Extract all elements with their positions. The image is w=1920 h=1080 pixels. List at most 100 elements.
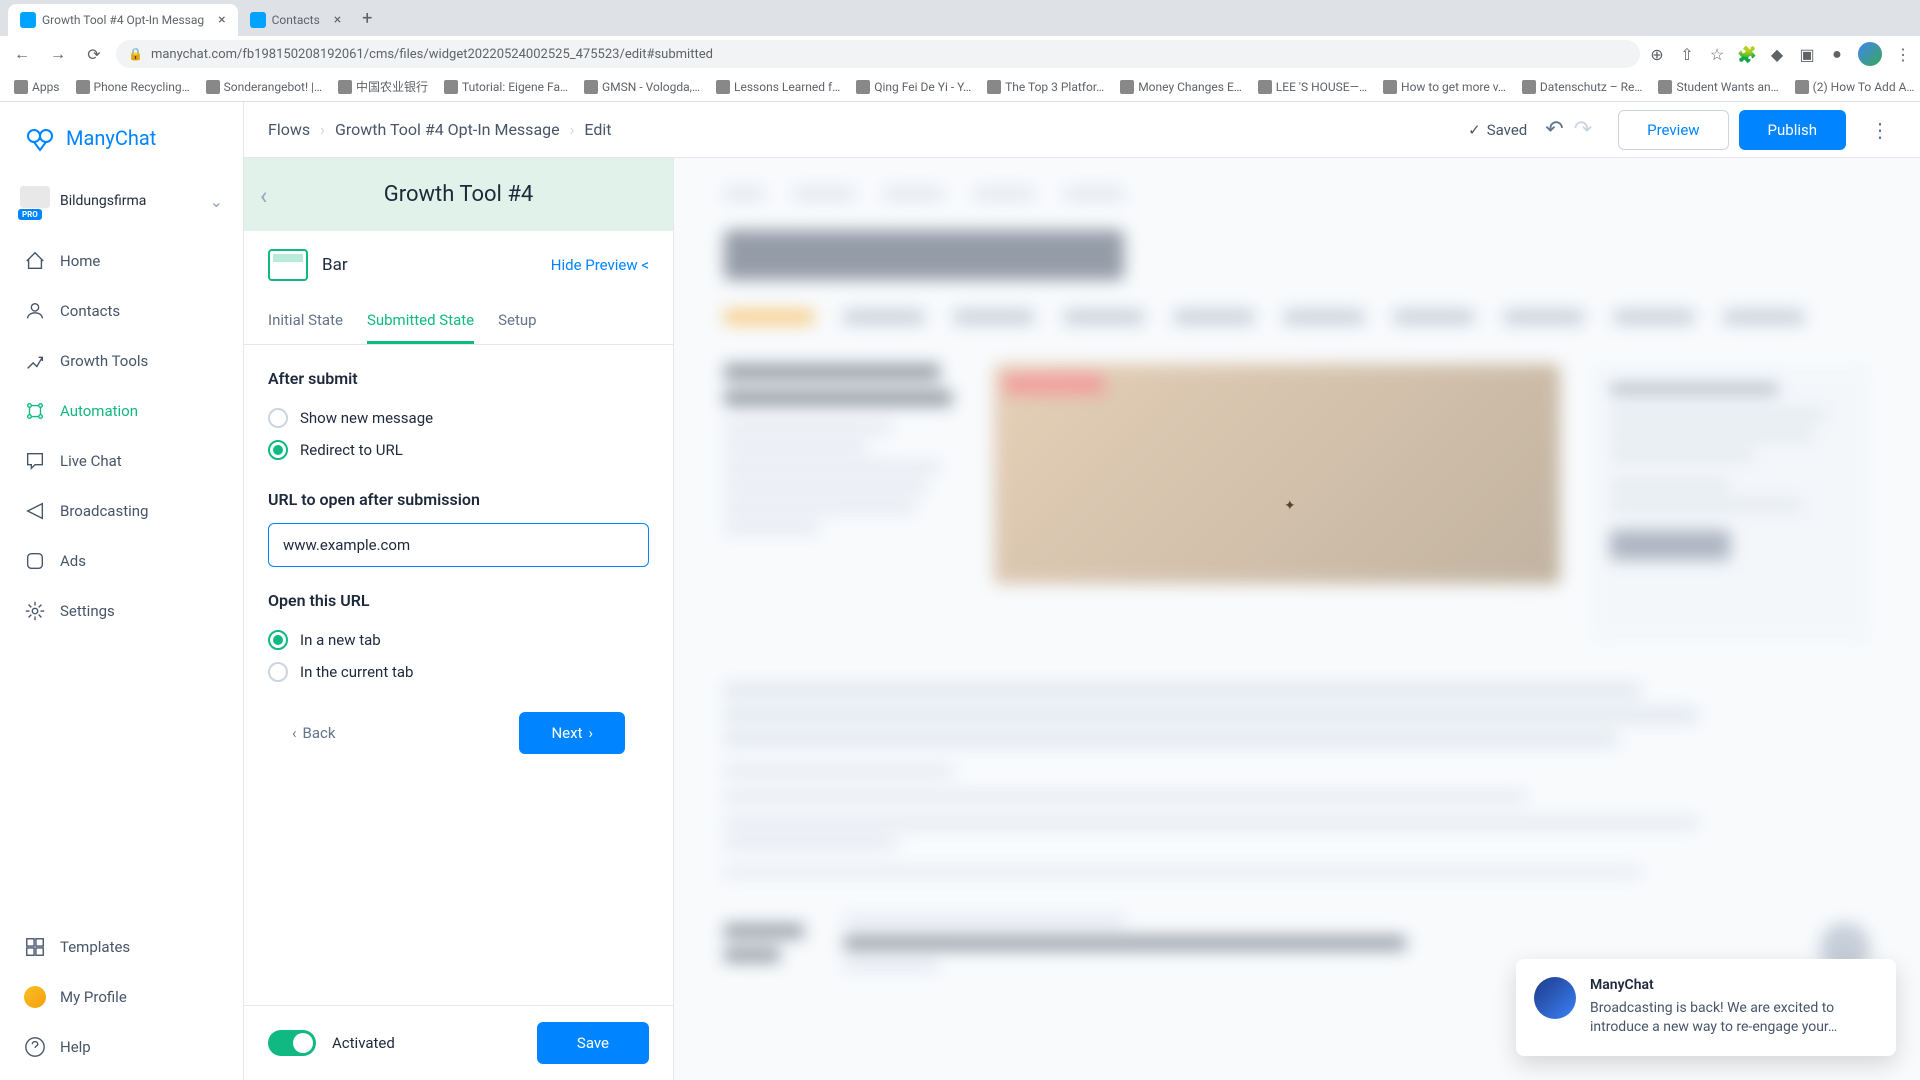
radio-redirect-url[interactable]: Redirect to URL xyxy=(268,434,649,466)
profile-avatar-icon xyxy=(24,986,46,1008)
new-tab-button[interactable]: + xyxy=(353,4,381,32)
radio-new-tab[interactable]: In a new tab xyxy=(268,624,649,656)
bookmark-item[interactable]: Datenschutz – Re… xyxy=(1516,76,1649,98)
save-button[interactable]: Save xyxy=(537,1022,649,1064)
close-icon[interactable]: × xyxy=(334,12,341,28)
zoom-icon[interactable]: ⊕ xyxy=(1648,45,1666,63)
bookmark-item[interactable]: Phone Recycling… xyxy=(70,76,196,98)
tab-submitted-state[interactable]: Submitted State xyxy=(367,299,474,344)
url-bar[interactable]: 🔒 manychat.com/fb198150208192061/cms/fil… xyxy=(116,40,1640,68)
bookmark-item[interactable]: LEE 'S HOUSE—… xyxy=(1252,76,1373,98)
url-input[interactable] xyxy=(268,523,649,567)
redo-button[interactable]: ↷ xyxy=(1574,117,1592,142)
radio-icon xyxy=(268,408,288,428)
star-icon[interactable]: ☆ xyxy=(1708,45,1726,63)
topbar: Flows › Growth Tool #4 Opt-In Message › … xyxy=(244,102,1920,158)
apps-button[interactable]: Apps xyxy=(8,76,66,98)
menu-icon[interactable]: ⋮ xyxy=(1894,45,1912,63)
bookmark-item[interactable]: GMSN - Vologda,… xyxy=(578,76,706,98)
extension-icon[interactable]: ● xyxy=(1828,45,1846,63)
radio-icon xyxy=(268,662,288,682)
sidebar-item-templates[interactable]: Templates xyxy=(0,922,243,972)
widget-type-label: Bar xyxy=(322,255,537,275)
bookmark-item[interactable]: Lessons Learned f… xyxy=(710,76,846,98)
breadcrumb-item: Edit xyxy=(584,120,611,139)
notification-title: ManyChat xyxy=(1590,977,1878,993)
extension-icon[interactable]: ▣ xyxy=(1798,45,1816,63)
config-panel: ‹ Growth Tool #4 Bar Hide Preview < Init… xyxy=(244,158,674,1080)
url-text: manychat.com/fb198150208192061/cms/files… xyxy=(151,47,713,62)
preview-button[interactable]: Preview xyxy=(1618,110,1728,150)
panel-footer: Activated Save xyxy=(244,1005,673,1080)
bookmark-item[interactable]: How to get more v… xyxy=(1377,76,1512,98)
tab-title: Contacts xyxy=(272,13,320,27)
breadcrumb-item[interactable]: Flows xyxy=(268,120,310,139)
publish-button[interactable]: Publish xyxy=(1739,110,1846,150)
browser-tab[interactable]: Growth Tool #4 Opt-In Messag × xyxy=(8,4,238,36)
tab-setup[interactable]: Setup xyxy=(498,299,536,344)
radio-icon xyxy=(268,440,288,460)
tab-initial-state[interactable]: Initial State xyxy=(268,299,343,344)
notification-toast[interactable]: ManyChat Broadcasting is back! We are ex… xyxy=(1516,959,1896,1056)
chevron-right-icon: › xyxy=(320,120,325,139)
bookmark-item[interactable]: Sonderangebot! |… xyxy=(200,76,328,98)
radio-current-tab[interactable]: In the current tab xyxy=(268,656,649,688)
extension-icon[interactable]: 🧩 xyxy=(1738,45,1756,63)
tab-favicon xyxy=(20,12,36,28)
sidebar-item-profile[interactable]: My Profile xyxy=(0,972,243,1022)
radio-show-message[interactable]: Show new message xyxy=(268,402,649,434)
growth-icon xyxy=(24,350,46,372)
sidebar-item-contacts[interactable]: Contacts xyxy=(0,286,243,336)
activated-toggle[interactable] xyxy=(268,1030,316,1056)
back-arrow-icon[interactable]: ‹ xyxy=(260,182,267,210)
bar-widget-icon xyxy=(268,249,308,281)
tab-title: Growth Tool #4 Opt-In Messag xyxy=(42,13,204,27)
bookmark-item[interactable]: Money Changes E… xyxy=(1114,76,1248,98)
brand-name: ManyChat xyxy=(66,126,156,150)
browser-tab-bar: Growth Tool #4 Opt-In Messag × Contacts … xyxy=(0,0,1920,36)
next-button[interactable]: Next › xyxy=(519,712,625,754)
bookmark-item[interactable]: 中国农业银行 xyxy=(332,74,434,99)
sidebar-item-growth-tools[interactable]: Growth Tools xyxy=(0,336,243,386)
sidebar-item-broadcasting[interactable]: Broadcasting xyxy=(0,486,243,536)
chevron-down-icon: ⌄ xyxy=(210,192,223,211)
bookmark-item[interactable]: Qing Fei De Yi - Y… xyxy=(850,76,977,98)
browser-tab[interactable]: Contacts × xyxy=(238,4,354,36)
saved-indicator: ✓ Saved xyxy=(1468,121,1527,139)
undo-button[interactable]: ↶ xyxy=(1545,117,1563,142)
sidebar-item-settings[interactable]: Settings xyxy=(0,586,243,636)
breadcrumb-item[interactable]: Growth Tool #4 Opt-In Message xyxy=(335,120,560,139)
profile-avatar[interactable] xyxy=(1858,42,1882,66)
ads-icon xyxy=(24,550,46,572)
forward-button[interactable]: → xyxy=(44,40,72,68)
sidebar-item-ads[interactable]: Ads xyxy=(0,536,243,586)
brand[interactable]: ManyChat xyxy=(0,102,243,174)
share-icon[interactable]: ⇧ xyxy=(1678,45,1696,63)
bookmark-item[interactable]: The Top 3 Platfor… xyxy=(981,76,1110,98)
reload-button[interactable]: ⟳ xyxy=(80,40,108,68)
bookmark-item[interactable]: Student Wants an… xyxy=(1652,76,1784,98)
chevron-right-icon: › xyxy=(570,120,575,139)
back-link[interactable]: ‹ Back xyxy=(292,724,335,742)
sidebar-item-home[interactable]: Home xyxy=(0,236,243,286)
breadcrumb: Flows › Growth Tool #4 Opt-In Message › … xyxy=(268,120,1458,139)
sidebar-item-help[interactable]: Help xyxy=(0,1022,243,1072)
extension-icon[interactable]: ◆ xyxy=(1768,45,1786,63)
sidebar-item-live-chat[interactable]: Live Chat xyxy=(0,436,243,486)
org-selector[interactable]: PRO Bildungsfirma ⌄ xyxy=(0,174,243,228)
broadcast-icon xyxy=(24,500,46,522)
tab-favicon xyxy=(250,12,266,28)
help-icon xyxy=(24,1036,46,1058)
close-icon[interactable]: × xyxy=(218,12,225,28)
more-button[interactable]: ⋮ xyxy=(1864,114,1896,146)
chevron-right-icon: › xyxy=(588,724,593,742)
toggle-label: Activated xyxy=(332,1034,521,1052)
notification-text: Broadcasting is back! We are excited to … xyxy=(1590,999,1878,1038)
hide-preview-link[interactable]: Hide Preview < xyxy=(551,256,649,274)
home-icon xyxy=(24,250,46,272)
settings-icon xyxy=(24,600,46,622)
back-button[interactable]: ← xyxy=(8,40,36,68)
bookmark-item[interactable]: Tutorial: Eigene Fa… xyxy=(438,76,574,98)
sidebar-item-automation[interactable]: Automation xyxy=(0,386,243,436)
bookmark-item[interactable]: (2) How To Add A… xyxy=(1789,76,1920,98)
